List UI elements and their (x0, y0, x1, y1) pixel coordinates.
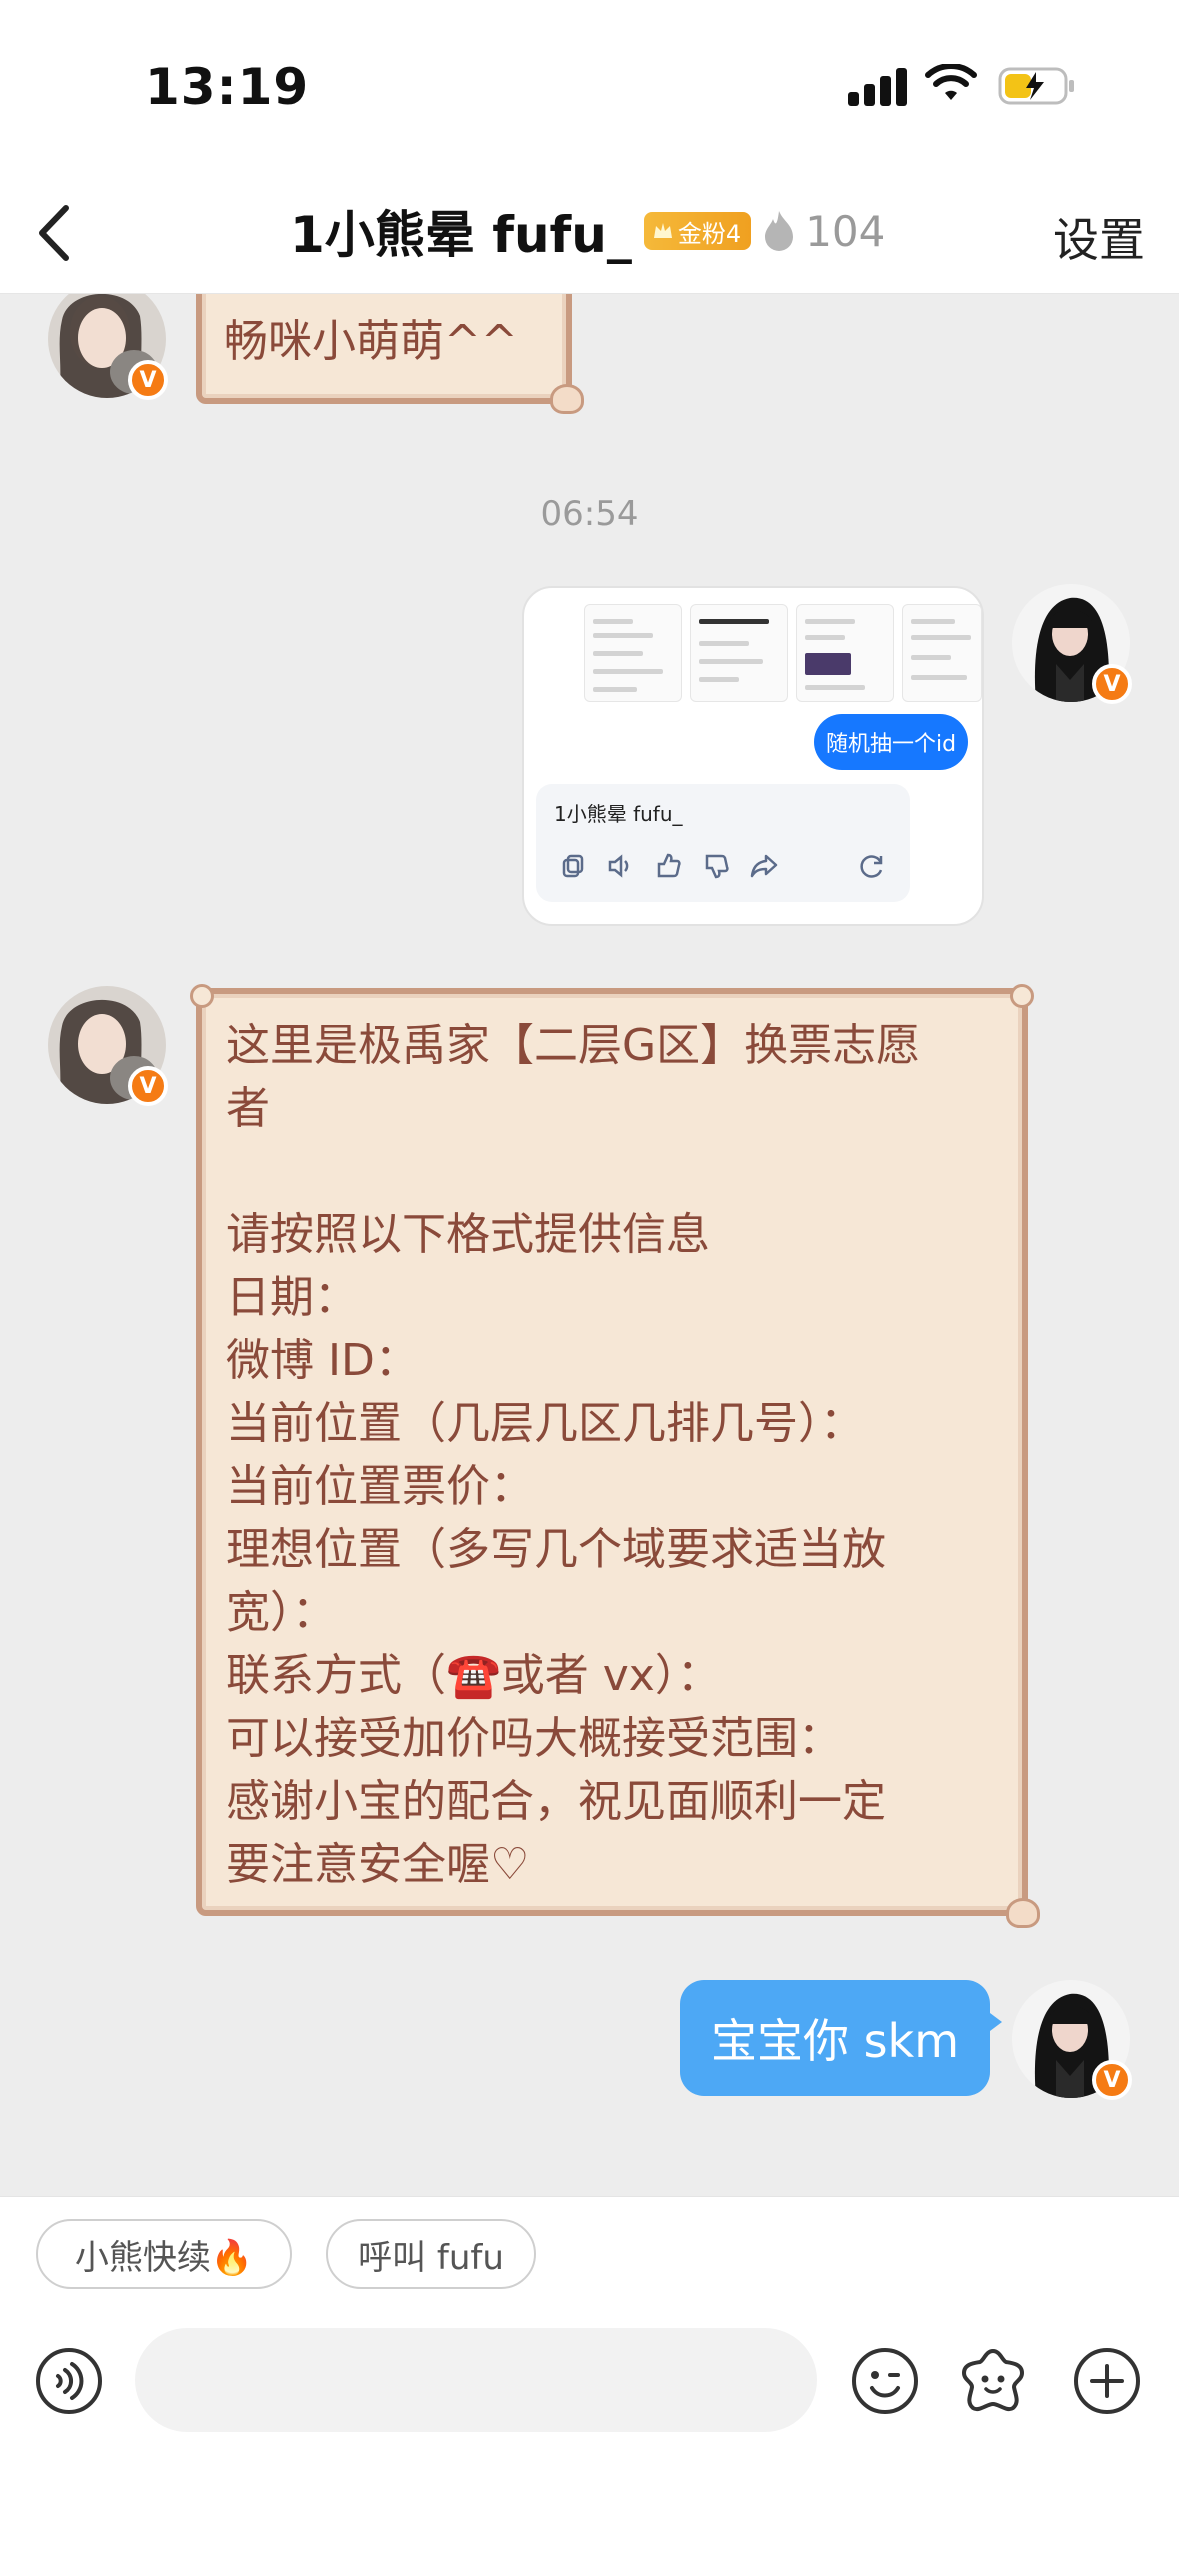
message-text: 畅咪小萌萌^^ (224, 316, 518, 367)
card-reply-name: 1小熊晕 fufu_ (554, 802, 683, 826)
message-input[interactable] (135, 2328, 817, 2432)
screenshot-thumbnail (796, 604, 894, 702)
sticker-icon[interactable] (958, 2346, 1028, 2416)
scroll-curl-decoration (550, 384, 584, 414)
chat-title: 1小熊晕 fufu_ (290, 206, 632, 264)
settings-button[interactable]: 设置 (1053, 204, 1145, 270)
share-icon (750, 854, 778, 878)
speaker-icon (608, 854, 629, 878)
status-time: 13:19 (145, 58, 310, 116)
quick-reply-bar: 小熊快续🔥 呼叫 fufu (0, 2196, 1179, 2306)
quick-reply-chip[interactable]: 小熊快续🔥 (36, 2219, 292, 2289)
message-bubble-incoming[interactable]: 畅咪小萌萌^^ (196, 294, 584, 414)
emoji-icon[interactable] (850, 2346, 920, 2416)
crown-icon (653, 223, 672, 238)
message-input-bar (0, 2306, 1179, 2556)
contact-avatar[interactable]: V (48, 294, 168, 400)
heat-count: 104 (805, 206, 886, 256)
card-reply-preview: 1小熊晕 fufu_ (536, 784, 910, 902)
message-text: 这里是极禹家【二层G区】换票志愿 者 请按照以下格式提供信息 日期： 微博 ID… (226, 1020, 921, 1890)
battery-icon (998, 67, 1074, 105)
message-text: 宝宝你 skm (710, 2014, 960, 2068)
back-icon[interactable] (30, 198, 80, 268)
chat-header: 1小熊晕 fufu_ 金粉4 104 设置 (0, 170, 1179, 294)
v-badge-icon: V (1092, 2060, 1132, 2100)
quick-reply-chip[interactable]: 呼叫 fufu (326, 2219, 536, 2289)
refresh-icon (860, 855, 883, 878)
shared-card-bubble[interactable]: 随机抽一个id 1小熊晕 fufu_ (522, 586, 984, 926)
flame-icon (765, 211, 794, 251)
contact-avatar[interactable]: V (48, 986, 168, 1106)
v-badge-icon: V (128, 1066, 168, 1106)
chat-message-list[interactable]: V 畅咪小萌萌^^ 06:54 随机抽一个id 1小熊晕 fufu_ V V 这… (0, 294, 1179, 2196)
screenshot-thumbnail (690, 604, 788, 702)
screenshot-thumbnail (902, 604, 982, 702)
voice-icon[interactable] (34, 2346, 104, 2416)
v-badge-icon: V (128, 360, 168, 400)
scroll-curl-decoration (1006, 1898, 1040, 1928)
v-badge-icon: V (1092, 664, 1132, 704)
plus-icon[interactable] (1072, 2346, 1142, 2416)
status-bar: 13:19 (0, 0, 1179, 170)
card-pill-label: 随机抽一个id (814, 714, 968, 770)
chat-title-group[interactable]: 1小熊晕 fufu_ 金粉4 104 (290, 196, 885, 266)
time-divider: 06:54 (540, 494, 639, 534)
fan-level-badge: 金粉4 (643, 212, 752, 250)
thumbs-up-icon (657, 853, 681, 878)
my-avatar[interactable]: V (1012, 584, 1132, 704)
my-avatar[interactable]: V (1012, 1980, 1132, 2100)
wifi-icon (925, 64, 977, 100)
cellular-signal-icon (848, 66, 908, 106)
message-bubble-outgoing[interactable]: 宝宝你 skm (680, 1980, 1002, 2096)
copy-icon (562, 854, 584, 878)
thumbs-down-icon (705, 854, 729, 879)
fan-badge-label: 金粉4 (677, 219, 742, 248)
message-bubble-incoming[interactable]: 这里是极禹家【二层G区】换票志愿 者 请按照以下格式提供信息 日期： 微博 ID… (190, 984, 1040, 1928)
screenshot-thumbnail (584, 604, 682, 702)
